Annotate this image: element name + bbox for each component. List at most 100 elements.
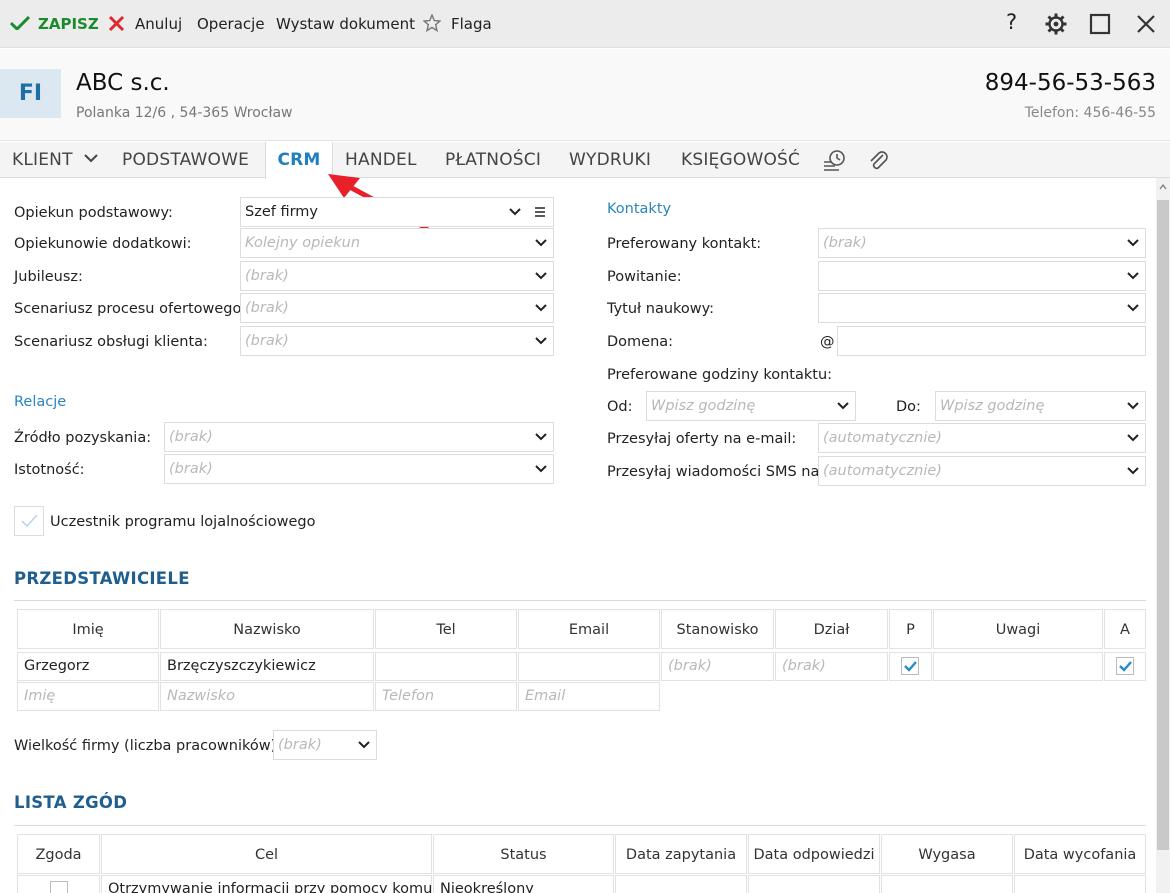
loyalty-label: Uczestnik programu lojalnościowego (50, 514, 316, 530)
greeting-label: Powitanie: (607, 269, 682, 285)
tab-ksiegowosc[interactable]: KSIĘGOWOŚĆ (681, 142, 800, 178)
company-size-select[interactable]: (brak) (273, 730, 377, 760)
company-size-label: Wielkość firmy (liczba pracowników): (14, 738, 282, 754)
rep-tel-cell[interactable] (375, 652, 517, 681)
chevron-down-icon (1127, 304, 1139, 312)
tax-id: 894-56-53-563 (984, 70, 1156, 96)
rep-department: (brak) (782, 658, 826, 674)
consent-withdrawal-date (1014, 875, 1146, 893)
new-rep-last-input[interactable]: Nazwisko (160, 682, 374, 711)
table-cell[interactable]: Brzęczyszczykiewicz (160, 652, 374, 681)
table-cell[interactable]: Grzegorz (17, 652, 159, 681)
column-header: Cel (101, 834, 432, 874)
tab-platnosci[interactable]: PŁATNOŚCI (445, 142, 541, 178)
loyalty-checkbox[interactable] (14, 506, 44, 536)
close-window-icon[interactable] (1134, 12, 1158, 36)
rep-notes-cell[interactable] (933, 652, 1103, 681)
vertical-scrollbar[interactable] (1156, 178, 1170, 893)
customer-header: FI ABC s.c. Polanka 12/6 , 54-365 Wrocła… (0, 49, 1170, 141)
column-header: P (889, 609, 932, 649)
consent-checkbox[interactable] (50, 881, 68, 893)
source-select[interactable]: (brak) (164, 422, 554, 452)
scrollbar-thumb[interactable] (1157, 200, 1169, 850)
greeting-select[interactable] (818, 261, 1146, 291)
column-header: Imię (17, 609, 159, 649)
new-rep-email-input[interactable]: Email (518, 682, 660, 711)
consent-purpose: Otrzymywanie informacji przy pomocy komu (108, 881, 432, 893)
source-label: Źródło pozyskania: (14, 430, 152, 446)
offer-scenario-label: Scenariusz procesu ofertowego: (14, 301, 247, 317)
guardian-select[interactable]: Szef firmy (240, 197, 554, 227)
jubilee-value: (brak) (245, 268, 289, 284)
new-rep-first-placeholder: Imię (24, 688, 56, 704)
extra-guardians-placeholder: Kolejny opiekun (245, 235, 361, 251)
importance-select[interactable]: (brak) (164, 454, 554, 484)
paperclip-icon[interactable] (866, 148, 890, 172)
new-rep-first-input[interactable]: Imię (17, 682, 159, 711)
chevron-down-icon (1127, 272, 1139, 280)
domain-input[interactable] (837, 326, 1146, 356)
contacts-header: Kontakty (607, 201, 672, 217)
help-button[interactable]: ? (1006, 12, 1017, 33)
column-header: Zgoda (17, 834, 100, 874)
phone-number: Telefon: 456-46-55 (1024, 105, 1156, 121)
send-sms-label: Przesyłaj wiadomości SMS na: (607, 464, 825, 480)
cancel-button[interactable]: Anuluj (108, 14, 182, 34)
tab-klient[interactable]: KLIENT (12, 142, 99, 178)
gear-icon[interactable] (1044, 12, 1068, 36)
cancel-label: Anuluj (135, 15, 183, 33)
hours-label: Preferowane godziny kontaktu: (607, 367, 833, 383)
new-rep-tel-input[interactable]: Telefon (375, 682, 517, 711)
chevron-down-icon (84, 154, 99, 163)
service-scenario-select[interactable]: (brak) (240, 326, 554, 356)
representatives-header: PRZEDSTAWICIELE (14, 569, 190, 588)
divider (14, 600, 1146, 601)
domain-label: Domena: (607, 334, 674, 350)
table-cell: Otrzymywanie informacji przy pomocy komu (101, 875, 432, 893)
preferred-contact-select[interactable]: (brak) (818, 228, 1146, 258)
send-offers-select[interactable]: (automatycznie) (818, 423, 1146, 453)
issue-document-button[interactable]: Wystaw dokument (276, 14, 415, 34)
list-icon[interactable] (534, 206, 546, 218)
consents-header: LISTA ZGÓD (14, 793, 128, 812)
tab-wydruki[interactable]: WYDRUKI (569, 142, 651, 178)
send-sms-select[interactable]: (automatycznie) (818, 456, 1146, 486)
new-rep-email-placeholder: Email (525, 688, 566, 704)
jubilee-select[interactable]: (brak) (240, 261, 554, 291)
consent-response-date (748, 875, 880, 893)
guardian-label: Opiekun podstawowy: (14, 205, 173, 221)
operations-menu[interactable]: Operacje (197, 14, 265, 34)
save-button[interactable]: ZAPISZ (10, 14, 99, 34)
rep-a-checkbox[interactable] (1116, 657, 1134, 675)
toolbar: ZAPISZ Anuluj Operacje Wystaw dokument F… (0, 0, 1170, 48)
column-header: Wygasa (881, 834, 1013, 874)
importance-value: (brak) (169, 461, 213, 477)
consent-request-date (615, 875, 747, 893)
rep-email-cell[interactable] (518, 652, 660, 681)
check-icon (904, 661, 917, 672)
flag-button[interactable]: Flaga (423, 14, 492, 34)
preferred-contact-label: Preferowany kontakt: (607, 236, 762, 252)
rep-p-checkbox[interactable] (901, 657, 919, 675)
history-icon[interactable] (823, 148, 847, 172)
jubilee-label: Jubileusz: (14, 269, 83, 285)
extra-guardians-select[interactable]: Kolejny opiekun (240, 228, 554, 258)
chevron-down-icon (535, 304, 547, 312)
tab-podstawowe[interactable]: PODSTAWOWE (122, 142, 249, 178)
table-cell: Nieokreślony (433, 875, 614, 893)
chevron-up-icon[interactable] (1159, 184, 1167, 190)
service-scenario-value: (brak) (245, 333, 289, 349)
chevron-down-icon (837, 402, 849, 410)
title-select[interactable] (818, 293, 1146, 323)
from-hour-select[interactable]: Wpisz godzinę (646, 391, 856, 421)
maximize-icon[interactable] (1088, 12, 1112, 36)
preferred-contact-value: (brak) (823, 235, 867, 251)
tab-klient-label: KLIENT (12, 150, 73, 170)
table-cell[interactable]: (brak) (661, 652, 774, 681)
close-icon (108, 15, 125, 32)
offer-scenario-select[interactable]: (brak) (240, 293, 554, 323)
table-cell[interactable]: (brak) (775, 652, 888, 681)
to-hour-select[interactable]: Wpisz godzinę (935, 391, 1146, 421)
rep-p-cell (889, 652, 932, 681)
column-header: A (1104, 609, 1146, 649)
